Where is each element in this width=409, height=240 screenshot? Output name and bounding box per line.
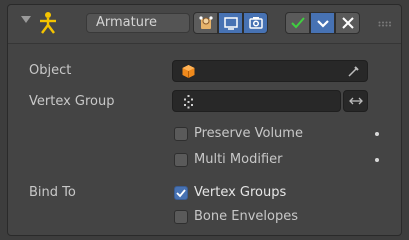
remove-x-icon xyxy=(341,17,354,29)
multi-modifier-checkbox[interactable] xyxy=(174,153,188,167)
edit-mode-toggle[interactable] xyxy=(193,12,218,34)
invert-vertex-group-toggle[interactable] xyxy=(343,90,368,112)
viewport-display-toggle[interactable] xyxy=(218,12,243,34)
apply-button[interactable] xyxy=(285,12,310,34)
vertex-groups-checkbox[interactable] xyxy=(174,186,188,200)
preserve-volume-label: Preserve Volume xyxy=(194,126,303,141)
multi-modifier-label: Multi Modifier xyxy=(194,152,283,167)
modifier-header: Armature xyxy=(8,5,401,44)
copy-chevron-icon xyxy=(316,20,329,28)
object-field[interactable] xyxy=(172,60,368,82)
bone-envelopes-checkbox[interactable] xyxy=(174,210,188,224)
invert-arrows-icon xyxy=(349,97,363,105)
render-camera-icon xyxy=(248,17,263,29)
vertex-group-icon xyxy=(184,95,193,109)
bind-to-label: Bind To xyxy=(29,185,76,200)
vertex-group-field[interactable] xyxy=(172,90,341,112)
keyframe-dot-icon[interactable] xyxy=(375,132,379,136)
copy-menu-button[interactable] xyxy=(310,12,335,34)
object-cube-icon xyxy=(182,65,195,78)
modifier-name-field[interactable]: Armature xyxy=(86,13,190,33)
collapse-arrow-icon[interactable] xyxy=(21,16,31,23)
eyedropper-icon[interactable] xyxy=(347,65,360,78)
bone-envelopes-label: Bone Envelopes xyxy=(194,209,298,224)
object-label: Object xyxy=(29,63,72,78)
preserve-volume-checkbox[interactable] xyxy=(174,127,188,141)
keyframe-dot-icon[interactable] xyxy=(375,158,379,162)
edit-mode-icon xyxy=(198,16,213,29)
checkmark-icon xyxy=(176,189,186,198)
armature-modifier-panel: Armature Object Vertex Group Preserve Vo… xyxy=(7,4,402,236)
armature-icon xyxy=(40,12,56,34)
apply-check-icon xyxy=(290,17,305,29)
remove-button[interactable] xyxy=(335,12,360,34)
vertex-group-label: Vertex Group xyxy=(29,94,115,109)
vertex-groups-label: Vertex Groups xyxy=(194,185,287,200)
viewport-display-icon xyxy=(223,17,238,30)
render-toggle[interactable] xyxy=(243,12,268,34)
drag-handle-icon[interactable] xyxy=(378,21,392,27)
